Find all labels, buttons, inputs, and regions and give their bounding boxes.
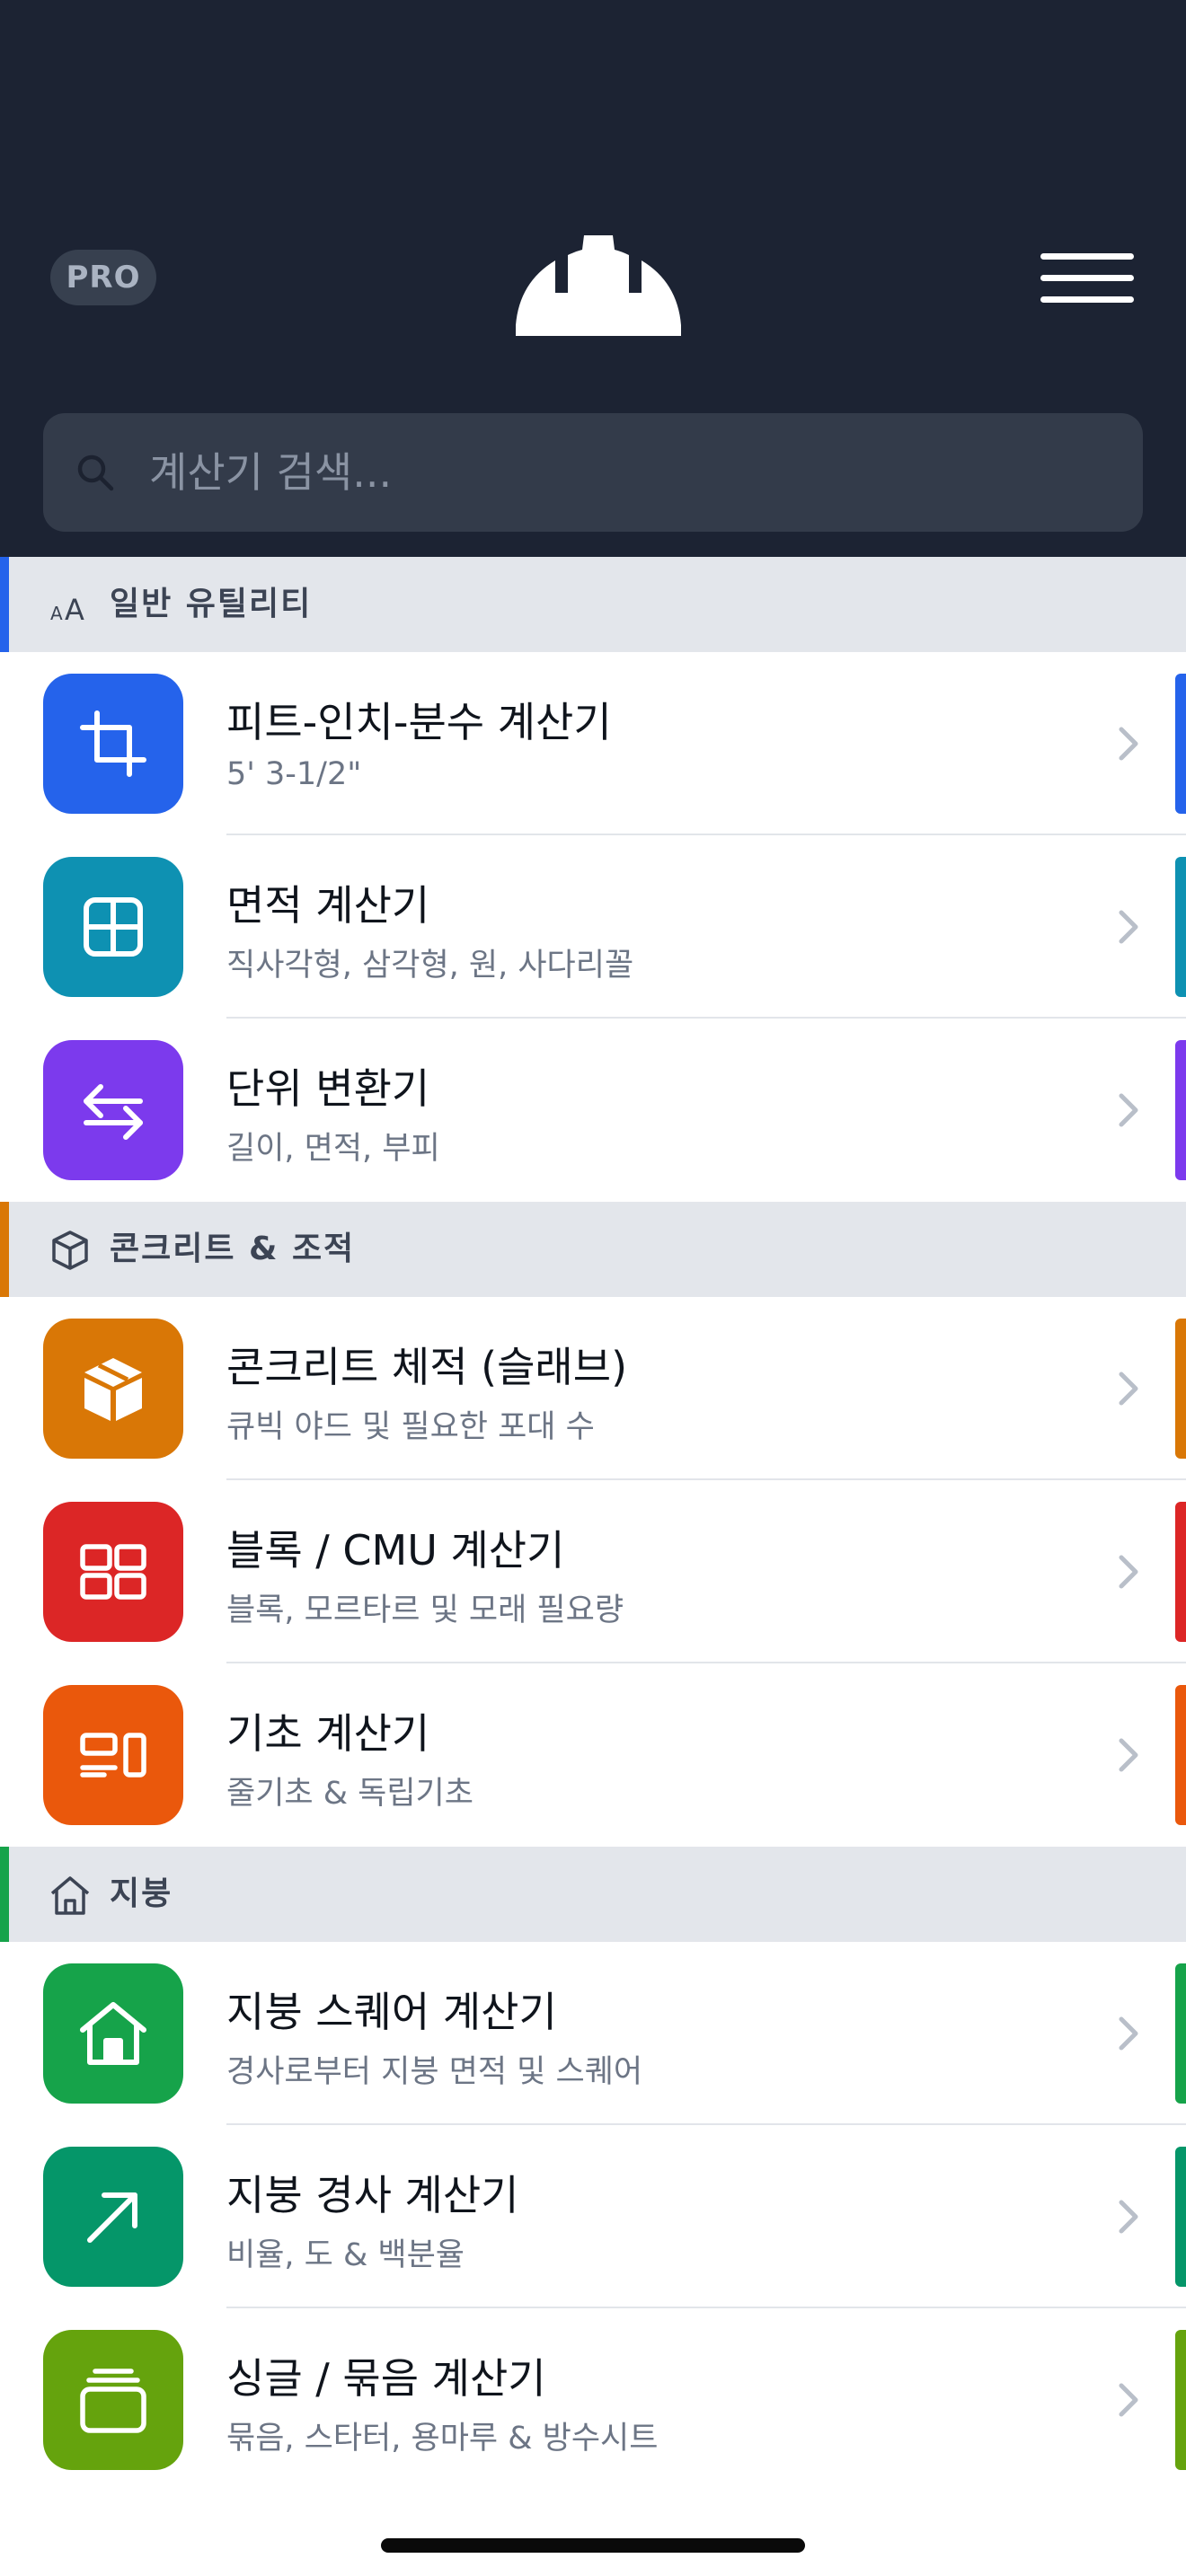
- layers-icon: [80, 2369, 146, 2433]
- item-tile: [43, 1963, 183, 2104]
- item-tile: [43, 1040, 183, 1180]
- item-accent: [1175, 1685, 1186, 1825]
- chevron-right-icon: [1119, 2016, 1138, 2051]
- item-tile: [43, 1319, 183, 1459]
- calculator-item-area[interactable]: 면적 계산기 직사각형, 삼각형, 원, 사다리꼴: [0, 835, 1186, 1019]
- item-subtitle: 직사각형, 삼각형, 원, 사다리꼴: [226, 948, 634, 984]
- app-header: PRO: [0, 0, 1186, 557]
- calculator-item-concrete-volume[interactable]: 콘크리트 체적 (슬래브) 큐빅 야드 및 필요한 포대 수: [0, 1297, 1186, 1480]
- chevron-right-icon: [1119, 1738, 1138, 1772]
- item-accent: [1175, 2147, 1186, 2287]
- item-title: 면적 계산기: [226, 881, 430, 930]
- item-title: 블록 / CMU 계산기: [226, 1526, 565, 1575]
- item-accent: [1175, 2330, 1186, 2470]
- section-title: 콘크리트 & 조적: [110, 1231, 356, 1267]
- pro-badge[interactable]: PRO: [50, 250, 156, 305]
- swap-arrows-icon: [84, 1084, 143, 1140]
- item-tile: [43, 1502, 183, 1642]
- chevron-right-icon: [1119, 1093, 1138, 1127]
- item-subtitle: 길이, 면적, 부피: [226, 1131, 440, 1167]
- item-title: 단위 변환기: [226, 1064, 430, 1113]
- item-accent: [1175, 674, 1186, 814]
- item-title: 싱글 / 묶음 계산기: [226, 2354, 546, 2403]
- item-subtitle: 5' 3-1/2": [226, 756, 362, 792]
- item-subtitle: 비율, 도 & 백분율: [226, 2237, 465, 2273]
- item-subtitle: 큐빅 야드 및 필요한 포대 수: [226, 1409, 595, 1445]
- section-accent: [0, 1847, 9, 1942]
- item-tile: [43, 2330, 183, 2470]
- item-tile: [43, 674, 183, 814]
- item-title: 피트-인치-분수 계산기: [226, 698, 612, 746]
- item-title: 지붕 스퀘어 계산기: [226, 1988, 557, 2036]
- svg-text:A: A: [65, 593, 84, 627]
- blocks-icon: [80, 1544, 146, 1600]
- section-accent: [0, 1202, 9, 1297]
- calculator-item-roof-square[interactable]: 지붕 스퀘어 계산기 경사로부터 지붕 면적 및 스퀘어: [0, 1942, 1186, 2125]
- item-accent: [1175, 1040, 1186, 1180]
- item-title: 콘크리트 체적 (슬래브): [226, 1343, 628, 1391]
- calculator-item-unit-converter[interactable]: 단위 변환기 길이, 면적, 부피: [0, 1019, 1186, 1202]
- item-tile: [43, 2147, 183, 2287]
- section-accent: [0, 557, 9, 652]
- box-icon: [84, 1358, 142, 1421]
- section-header-roofing: 지붕: [0, 1847, 1186, 1942]
- section-header-general: A A 일반 유틸리티: [0, 557, 1186, 652]
- calculator-item-block-cmu[interactable]: 블록 / CMU 계산기 블록, 모르타르 및 모래 필요량: [0, 1480, 1186, 1663]
- item-accent: [1175, 1319, 1186, 1459]
- calculator-item-shingle-bundle[interactable]: 싱글 / 묶음 계산기 묶음, 스타터, 용마루 & 방수시트: [0, 2308, 1186, 2492]
- chevron-right-icon: [1119, 1555, 1138, 1589]
- footing-icon: [80, 1733, 146, 1778]
- section-title: 일반 유틸리티: [110, 586, 313, 622]
- chevron-right-icon: [1119, 1372, 1138, 1406]
- item-accent: [1175, 1502, 1186, 1642]
- calculator-item-footing[interactable]: 기초 계산기 줄기초 & 독립기초: [0, 1663, 1186, 1847]
- item-subtitle: 경사로부터 지붕 면적 및 스퀘어: [226, 2054, 643, 2090]
- chevron-right-icon: [1119, 727, 1138, 761]
- hard-hat-icon: [516, 235, 681, 336]
- section-title: 지붕: [110, 1875, 173, 1912]
- home-indicator[interactable]: [381, 2538, 805, 2553]
- section-header-concrete: 콘크리트 & 조적: [0, 1202, 1186, 1297]
- search-icon: [77, 454, 114, 491]
- house-outline-icon: [50, 1876, 90, 1915]
- hamburger-menu-icon[interactable]: [1040, 251, 1136, 305]
- chevron-right-icon: [1119, 2383, 1138, 2417]
- search-bar[interactable]: [43, 413, 1143, 532]
- arrow-up-right-icon: [87, 2192, 137, 2243]
- house-icon: [80, 2002, 146, 2065]
- text-size-icon: A A: [50, 593, 84, 627]
- calculator-item-roof-pitch[interactable]: 지붕 경사 계산기 비율, 도 & 백분율: [0, 2125, 1186, 2308]
- item-title: 기초 계산기: [226, 1709, 430, 1758]
- item-tile: [43, 1685, 183, 1825]
- chevron-right-icon: [1119, 2200, 1138, 2234]
- item-subtitle: 블록, 모르타르 및 모래 필요량: [226, 1592, 624, 1628]
- item-subtitle: 줄기초 & 독립기초: [226, 1776, 474, 1812]
- svg-text:A: A: [50, 603, 63, 624]
- item-tile: [43, 857, 183, 997]
- item-accent: [1175, 1963, 1186, 2104]
- grid-square-icon: [84, 897, 143, 957]
- crop-icon: [80, 710, 146, 777]
- calculator-item-feet-inch[interactable]: 피트-인치-분수 계산기 5' 3-1/2": [0, 652, 1186, 835]
- search-input[interactable]: [149, 413, 1120, 532]
- cube-outline-icon: [52, 1231, 88, 1270]
- item-accent: [1175, 857, 1186, 997]
- item-title: 지붕 경사 계산기: [226, 2171, 519, 2219]
- item-subtitle: 묶음, 스타터, 용마루 & 방수시트: [226, 2421, 659, 2457]
- chevron-right-icon: [1119, 910, 1138, 944]
